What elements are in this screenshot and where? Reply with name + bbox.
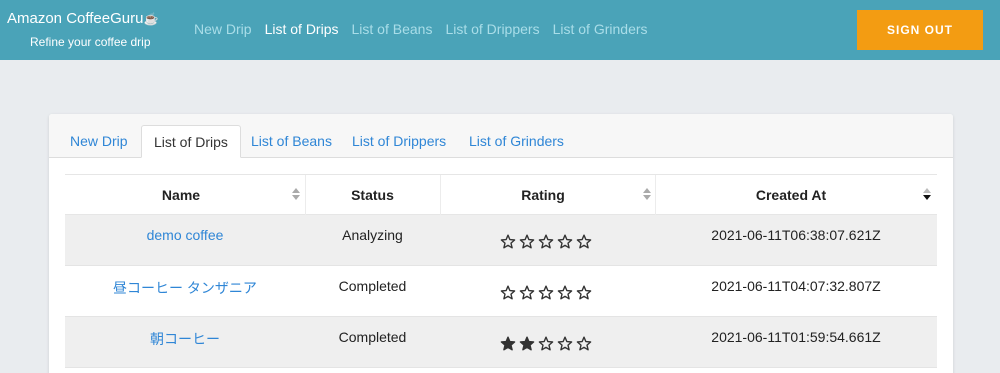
drip-name-link[interactable]: 朝コーヒー <box>65 329 305 349</box>
drip-created-at: 2021-06-11T06:38:07.621Z <box>711 227 881 243</box>
star-empty-icon[interactable] <box>538 285 554 301</box>
drip-name-link[interactable]: demo coffee <box>65 227 305 243</box>
tab-bar: New Drip List of Drips List of Beans Lis… <box>49 114 953 158</box>
star-empty-icon[interactable] <box>538 234 554 250</box>
app-subtitle: Refine your coffee drip <box>30 35 151 49</box>
star-empty-icon[interactable] <box>557 285 573 301</box>
drip-status: Analyzing <box>342 227 403 243</box>
column-header-rating[interactable]: Rating <box>440 175 646 215</box>
app-title: Amazon CoffeeGuru☕ <box>7 10 159 27</box>
star-filled-icon[interactable] <box>500 336 516 352</box>
table-row: 昼コーヒー タンザニア Completed 2021-06-11T04:07:3… <box>65 266 937 317</box>
table-row: 朝コーヒー Completed 2021-06-11T01:59:54.661Z <box>65 317 937 368</box>
star-empty-icon[interactable] <box>557 336 573 352</box>
tab-list-of-beans[interactable]: List of Beans <box>251 125 332 158</box>
star-empty-icon[interactable] <box>576 234 592 250</box>
column-header-created-at[interactable]: Created At <box>655 175 927 215</box>
star-empty-icon[interactable] <box>519 234 535 250</box>
star-empty-icon[interactable] <box>557 234 573 250</box>
app-header: Amazon CoffeeGuru☕ Refine your coffee dr… <box>0 0 1000 60</box>
table-header: Name Status Rating Created At <box>65 174 937 215</box>
topnav-list-of-drippers[interactable]: List of Drippers <box>445 21 539 37</box>
topnav-list-of-grinders[interactable]: List of Grinders <box>553 21 648 37</box>
rating-stars[interactable] <box>500 285 592 301</box>
drip-name-link[interactable]: 昼コーヒー タンザニア <box>65 278 305 298</box>
tab-new-drip[interactable]: New Drip <box>70 125 128 158</box>
table-row: demo coffee Analyzing 2021-06-11T06:38:0… <box>65 215 937 266</box>
sort-rating-icon[interactable] <box>643 188 651 202</box>
topnav-list-of-drips[interactable]: List of Drips <box>265 21 339 37</box>
star-empty-icon[interactable] <box>519 285 535 301</box>
brand: Amazon CoffeeGuru☕ Refine your coffee dr… <box>7 10 158 50</box>
star-empty-icon[interactable] <box>576 336 592 352</box>
tab-list-of-grinders[interactable]: List of Grinders <box>469 125 564 158</box>
star-empty-icon[interactable] <box>576 285 592 301</box>
rating-stars[interactable] <box>500 336 592 352</box>
tab-list-of-drippers[interactable]: List of Drippers <box>352 125 446 158</box>
column-header-status[interactable]: Status <box>305 175 440 215</box>
column-header-name[interactable]: Name <box>65 175 297 215</box>
top-nav: New Drip List of Drips List of Beans Lis… <box>194 21 648 37</box>
drip-status: Completed <box>338 278 407 294</box>
sort-name-icon[interactable] <box>292 188 300 202</box>
rating-stars[interactable] <box>500 234 592 250</box>
sign-out-button[interactable]: SIGN OUT <box>857 10 983 50</box>
sort-created-at-icon[interactable] <box>923 188 931 202</box>
star-filled-icon[interactable] <box>519 336 535 352</box>
drip-created-at: 2021-06-11T01:59:54.661Z <box>711 329 881 345</box>
tab-list-of-drips[interactable]: List of Drips <box>141 125 241 158</box>
coffee-cup-icon: ☕ <box>143 12 159 26</box>
drip-created-at: 2021-06-11T04:07:32.807Z <box>711 278 881 294</box>
topnav-new-drip[interactable]: New Drip <box>194 21 252 37</box>
topnav-list-of-beans[interactable]: List of Beans <box>352 21 433 37</box>
drips-card: New Drip List of Drips List of Beans Lis… <box>49 114 953 373</box>
star-empty-icon[interactable] <box>500 285 516 301</box>
drip-status: Completed <box>338 329 407 345</box>
star-empty-icon[interactable] <box>538 336 554 352</box>
star-empty-icon[interactable] <box>500 234 516 250</box>
drips-table: Name Status Rating Created At demo coffe… <box>65 174 937 368</box>
